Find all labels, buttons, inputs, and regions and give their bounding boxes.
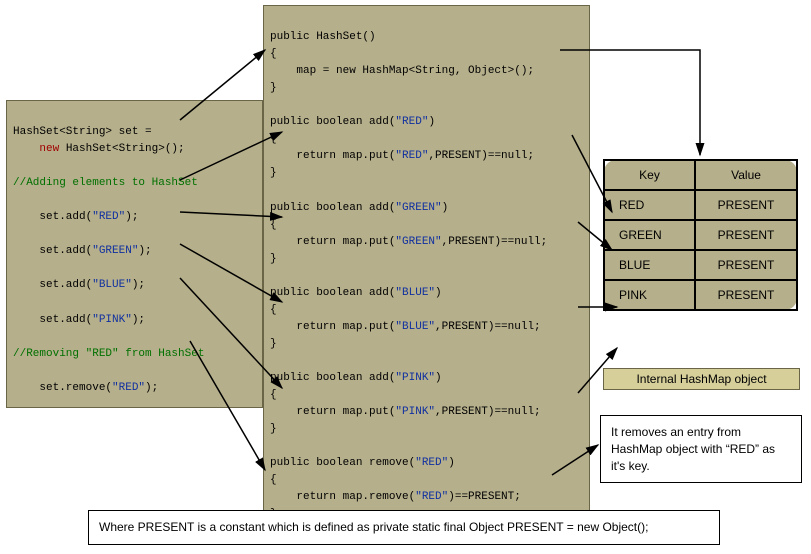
brace: }	[270, 82, 277, 94]
code-line: HashSet<String>();	[59, 143, 184, 155]
string: "PINK"	[92, 314, 132, 326]
code-line: set.add(	[13, 211, 92, 223]
keyword: new	[13, 143, 59, 155]
brace: {	[270, 304, 277, 316]
cell-value: PRESENT	[695, 280, 797, 310]
code-line: set.add(	[13, 314, 92, 326]
code-line: return map.put(	[270, 236, 395, 248]
string: "BLUE"	[395, 321, 435, 333]
string: "PINK"	[395, 406, 435, 418]
cell-value: PRESENT	[695, 190, 797, 220]
table-header-key: Key	[604, 160, 695, 190]
brace: {	[270, 389, 277, 401]
method-sig: public boolean remove(	[270, 457, 415, 469]
string: "PINK"	[395, 372, 435, 384]
cell-key: PINK	[604, 280, 695, 310]
string: "RED"	[415, 457, 448, 469]
cell-value: PRESENT	[695, 220, 797, 250]
string: "BLUE"	[395, 287, 435, 299]
hashmap-table: Key Value RED PRESENT GREEN PRESENT BLUE…	[603, 159, 798, 311]
brace: }	[270, 423, 277, 435]
comment: //Adding elements to HashSet	[13, 177, 198, 189]
table-caption: Internal HashMap object	[603, 368, 800, 390]
string: "RED"	[415, 491, 448, 503]
cell-value: PRESENT	[695, 250, 797, 280]
code-line: return map.put(	[270, 150, 395, 162]
brace: {	[270, 48, 277, 60]
code-line: HashSet<String> set =	[13, 126, 158, 138]
paren: )	[442, 202, 449, 214]
code-line: ,PRESENT)==null;	[435, 321, 541, 333]
string: "GREEN"	[92, 245, 138, 257]
method-sig: public boolean add(	[270, 116, 395, 128]
string: "BLUE"	[92, 279, 132, 291]
footer-note: Where PRESENT is a constant which is def…	[88, 510, 720, 545]
method-sig: public boolean add(	[270, 287, 395, 299]
string: "GREEN"	[395, 236, 441, 248]
code-line: );	[138, 245, 151, 257]
brace: }	[270, 167, 277, 179]
code-line: )==PRESENT;	[448, 491, 521, 503]
code-line: set.remove(	[13, 382, 112, 394]
code-line: );	[132, 279, 145, 291]
code-line: map = new HashMap<String, Object>();	[270, 65, 534, 77]
code-line: set.add(	[13, 279, 92, 291]
method-sig: public boolean add(	[270, 202, 395, 214]
left-code-box: HashSet<String> set = new HashSet<String…	[6, 100, 263, 408]
string: "RED"	[395, 116, 428, 128]
method-sig: public HashSet()	[270, 31, 376, 43]
paren: )	[435, 372, 442, 384]
table-row: PINK PRESENT	[604, 280, 797, 310]
paren: )	[435, 287, 442, 299]
code-line: ,PRESENT)==null;	[442, 236, 548, 248]
brace: }	[270, 338, 277, 350]
table-row: RED PRESENT	[604, 190, 797, 220]
paren: )	[428, 116, 435, 128]
cell-key: GREEN	[604, 220, 695, 250]
table-header-value: Value	[695, 160, 797, 190]
brace: {	[270, 219, 277, 231]
code-line: ,PRESENT)==null;	[435, 406, 541, 418]
cell-key: BLUE	[604, 250, 695, 280]
brace: {	[270, 133, 277, 145]
comment: //Removing "RED" from HashSet	[13, 348, 204, 360]
code-line: ,PRESENT)==null;	[428, 150, 534, 162]
cell-key: RED	[604, 190, 695, 220]
table-row: GREEN PRESENT	[604, 220, 797, 250]
code-line: return map.put(	[270, 406, 395, 418]
code-line: set.add(	[13, 245, 92, 257]
middle-code-box: public HashSet() { map = new HashMap<Str…	[263, 5, 590, 530]
brace: }	[270, 253, 277, 265]
code-line: );	[145, 382, 158, 394]
method-sig: public boolean add(	[270, 372, 395, 384]
code-line: );	[125, 211, 138, 223]
code-line: );	[132, 314, 145, 326]
brace: {	[270, 474, 277, 486]
string: "RED"	[112, 382, 145, 394]
remove-note: It removes an entry from HashMap object …	[600, 415, 802, 483]
string: "RED"	[92, 211, 125, 223]
table-row: BLUE PRESENT	[604, 250, 797, 280]
code-line: return map.put(	[270, 321, 395, 333]
code-line: return map.remove(	[270, 491, 415, 503]
paren: )	[448, 457, 455, 469]
string: "RED"	[395, 150, 428, 162]
string: "GREEN"	[395, 202, 441, 214]
